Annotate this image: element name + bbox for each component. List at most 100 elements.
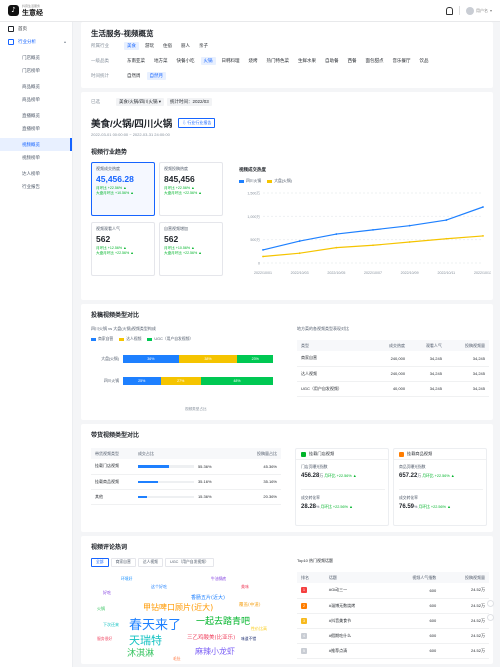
bar-segment[interactable]: 23% — [237, 355, 273, 363]
data-point[interactable] — [262, 255, 264, 258]
filter-chip[interactable]: 自然月 — [146, 72, 166, 80]
filter-chip[interactable]: 游玩 — [142, 42, 157, 50]
bar-segment[interactable]: 27% — [160, 377, 201, 385]
table-row[interactable]: 4 #假期吃什么 600 24.52万 — [297, 628, 489, 644]
metric-card[interactable]: 视频观看人气 562 月环比 +12.56% ▲ 大盘月环比 +22.56% ▲ — [91, 222, 155, 276]
filter-chip[interactable]: 面包甜点 — [363, 57, 387, 65]
filter-chip[interactable]: 火锅 — [200, 57, 216, 65]
export-report-button[interactable]: ⇩ 行业行业报告 — [178, 118, 216, 128]
data-point[interactable] — [372, 244, 374, 247]
table-row[interactable]: 达人视频 240,000 34,245 34,245 — [297, 366, 489, 382]
cloud-word[interactable]: 好吃 — [103, 590, 111, 596]
sidebar-item-4[interactable]: 商品概览 — [0, 80, 72, 93]
cloud-word[interactable]: 麻辣小龙虾 — [195, 646, 235, 657]
scroll-up-button[interactable] — [487, 600, 494, 607]
cloud-word[interactable]: 味道不错 — [241, 636, 256, 642]
bell-icon[interactable] — [445, 6, 453, 15]
data-point[interactable] — [445, 219, 448, 221]
cloud-word[interactable]: 香肠五片(近大) — [191, 594, 225, 601]
filter-chip[interactable]: 自然周 — [124, 72, 144, 80]
cloud-word[interactable]: 甲钻啤口顾片(近大) — [143, 602, 213, 613]
metric-card[interactable]: 自营视频增加 562 月环比 +10.56% ▲ 大盘月环比 +22.56% ▲ — [159, 222, 223, 276]
topic-text[interactable]: #淄博无数烧烤 — [329, 603, 355, 608]
scroll-down-button[interactable] — [487, 614, 494, 621]
cloud-word[interactable]: 美味 — [241, 584, 249, 590]
data-point[interactable] — [335, 233, 338, 235]
filter-chip[interactable]: 亲子 — [196, 42, 211, 50]
cloud-word[interactable]: 沐淇淋 — [127, 646, 154, 659]
selected-category-select[interactable]: 美食/火锅/四川火锅 ▾ — [116, 98, 165, 106]
data-point[interactable] — [408, 224, 411, 227]
cloud-word[interactable]: 一起去踏青吧 — [196, 614, 250, 627]
filter-chip[interactable]: 烧烤 — [246, 57, 261, 65]
sidebar-item-11[interactable]: 行业报告 — [0, 180, 72, 193]
stat-time-select[interactable]: 统计时间：2022/03 — [167, 98, 212, 106]
filter-chip[interactable]: 西餐 — [345, 57, 360, 65]
topic-cell[interactable]: #Gi动三一 — [324, 583, 385, 599]
filter-chip[interactable]: 热门特色菜 — [264, 57, 293, 65]
cloud-word[interactable]: 覆盖(中道) — [239, 602, 261, 608]
metric-card[interactable]: 视频投稿热度 845,456 月环比 +22.56% ▲ 大盘月环比 +22.56% … — [159, 162, 223, 216]
bar-segment[interactable]: 25% — [123, 377, 161, 385]
filter-chip[interactable]: 丽人 — [178, 42, 193, 50]
cloud-word[interactable]: 这个好吃 — [151, 584, 167, 590]
sidebar-item-9[interactable]: 视频榜单 — [0, 151, 72, 164]
table-row[interactable]: 3 #抖音美食节 600 24.52万 — [297, 613, 489, 629]
filter-chip[interactable]: 饮品 — [417, 57, 432, 65]
tab-0[interactable]: 全部 — [91, 558, 109, 567]
data-point[interactable] — [372, 228, 374, 231]
cloud-word[interactable]: 服务很好 — [97, 636, 112, 642]
filter-chip[interactable]: 地方菜 — [151, 57, 171, 65]
sidebar-item-2[interactable]: 门店概览 — [0, 51, 72, 64]
table-row[interactable]: 5 #推荐点清 600 24.52万 — [297, 643, 489, 659]
data-point[interactable] — [298, 252, 301, 255]
data-point[interactable] — [482, 206, 484, 208]
data-point[interactable] — [335, 246, 338, 249]
filter-chip[interactable]: 自助餐 — [322, 57, 342, 65]
tab-3[interactable]: UGC（用户自发视频） — [164, 558, 214, 567]
metric-card[interactable]: 视频成交热度 45,456.28 月环比 +22.56% ▲ 大盘月环比 +10.56… — [91, 162, 155, 216]
data-point[interactable] — [262, 249, 264, 251]
tab-2[interactable]: 达人视频 — [137, 558, 163, 567]
table-row[interactable]: UGC（用户自发视频） 40,000 34,245 34,245 — [297, 381, 489, 397]
topic-cell[interactable]: #抖音美食节 — [324, 613, 385, 629]
cloud-word[interactable]: 性价比高 — [251, 626, 267, 632]
bar-segment[interactable]: 36% — [123, 355, 179, 363]
table-row[interactable]: 其他 15.36% 20.36% — [91, 489, 281, 505]
sidebar-item-8[interactable]: 视频概览 — [0, 138, 72, 151]
topic-cell[interactable]: #淄博无数烧烤 — [324, 598, 385, 614]
user-menu[interactable]: 用户名 ▾ — [465, 6, 492, 15]
filter-chip[interactable]: 快餐小吃 — [174, 57, 198, 65]
filter-chip[interactable]: 生鲜水果 — [295, 57, 319, 65]
table-row[interactable]: 商家自营 240,000 34,245 34,245 — [297, 351, 489, 367]
table-row[interactable]: 挂载商品视频 35.16% 35.16% — [91, 474, 281, 490]
topic-text[interactable]: #抖音美食节 — [329, 618, 351, 623]
data-point[interactable] — [482, 235, 484, 237]
table-row[interactable]: 1 #Gi动三一 600 24.52万 — [297, 583, 489, 599]
cloud-word[interactable]: 春天来了 — [129, 614, 181, 633]
sidebar-item-7[interactable]: 直播榜单 — [0, 122, 72, 135]
cloud-word[interactable]: 火锅 — [97, 606, 105, 612]
bar-segment[interactable]: 38% — [178, 355, 238, 363]
cloud-word[interactable]: 下次还来 — [103, 622, 119, 628]
topic-text[interactable]: #推荐点清 — [329, 648, 347, 653]
data-point[interactable] — [298, 240, 301, 242]
filter-chip[interactable]: 住宿 — [160, 42, 175, 50]
bar-segment[interactable]: 48% — [201, 377, 273, 385]
filter-chip[interactable]: 美食 — [124, 42, 139, 50]
sidebar-item-0[interactable]: 首页 — [0, 22, 72, 35]
filter-chip[interactable]: 东南亚菜 — [124, 57, 148, 65]
sidebar-item-6[interactable]: 直播概览 — [0, 109, 72, 122]
sidebar-item-5[interactable]: 商品榜单 — [0, 93, 72, 106]
data-point[interactable] — [445, 237, 448, 240]
cloud-word[interactable]: 牛油锅底 — [211, 576, 226, 582]
sidebar-item-1[interactable]: 行业分析 ▴ — [0, 35, 72, 48]
brand-logo[interactable]: ♪ 抖音生活服务 生意经 — [0, 4, 72, 18]
tab-1[interactable]: 商家自营 — [110, 558, 136, 567]
cloud-word[interactable]: 三乙鸡酸美(比亚乐) — [187, 633, 235, 641]
table-row[interactable]: 2 #淄博无数烧烤 600 24.52万 — [297, 598, 489, 614]
topic-cell[interactable]: #假期吃什么 — [324, 628, 385, 644]
sidebar-item-10[interactable]: 达人榜单 — [0, 167, 72, 180]
data-point[interactable] — [408, 241, 411, 243]
topic-text[interactable]: #Gi动三一 — [329, 587, 347, 592]
